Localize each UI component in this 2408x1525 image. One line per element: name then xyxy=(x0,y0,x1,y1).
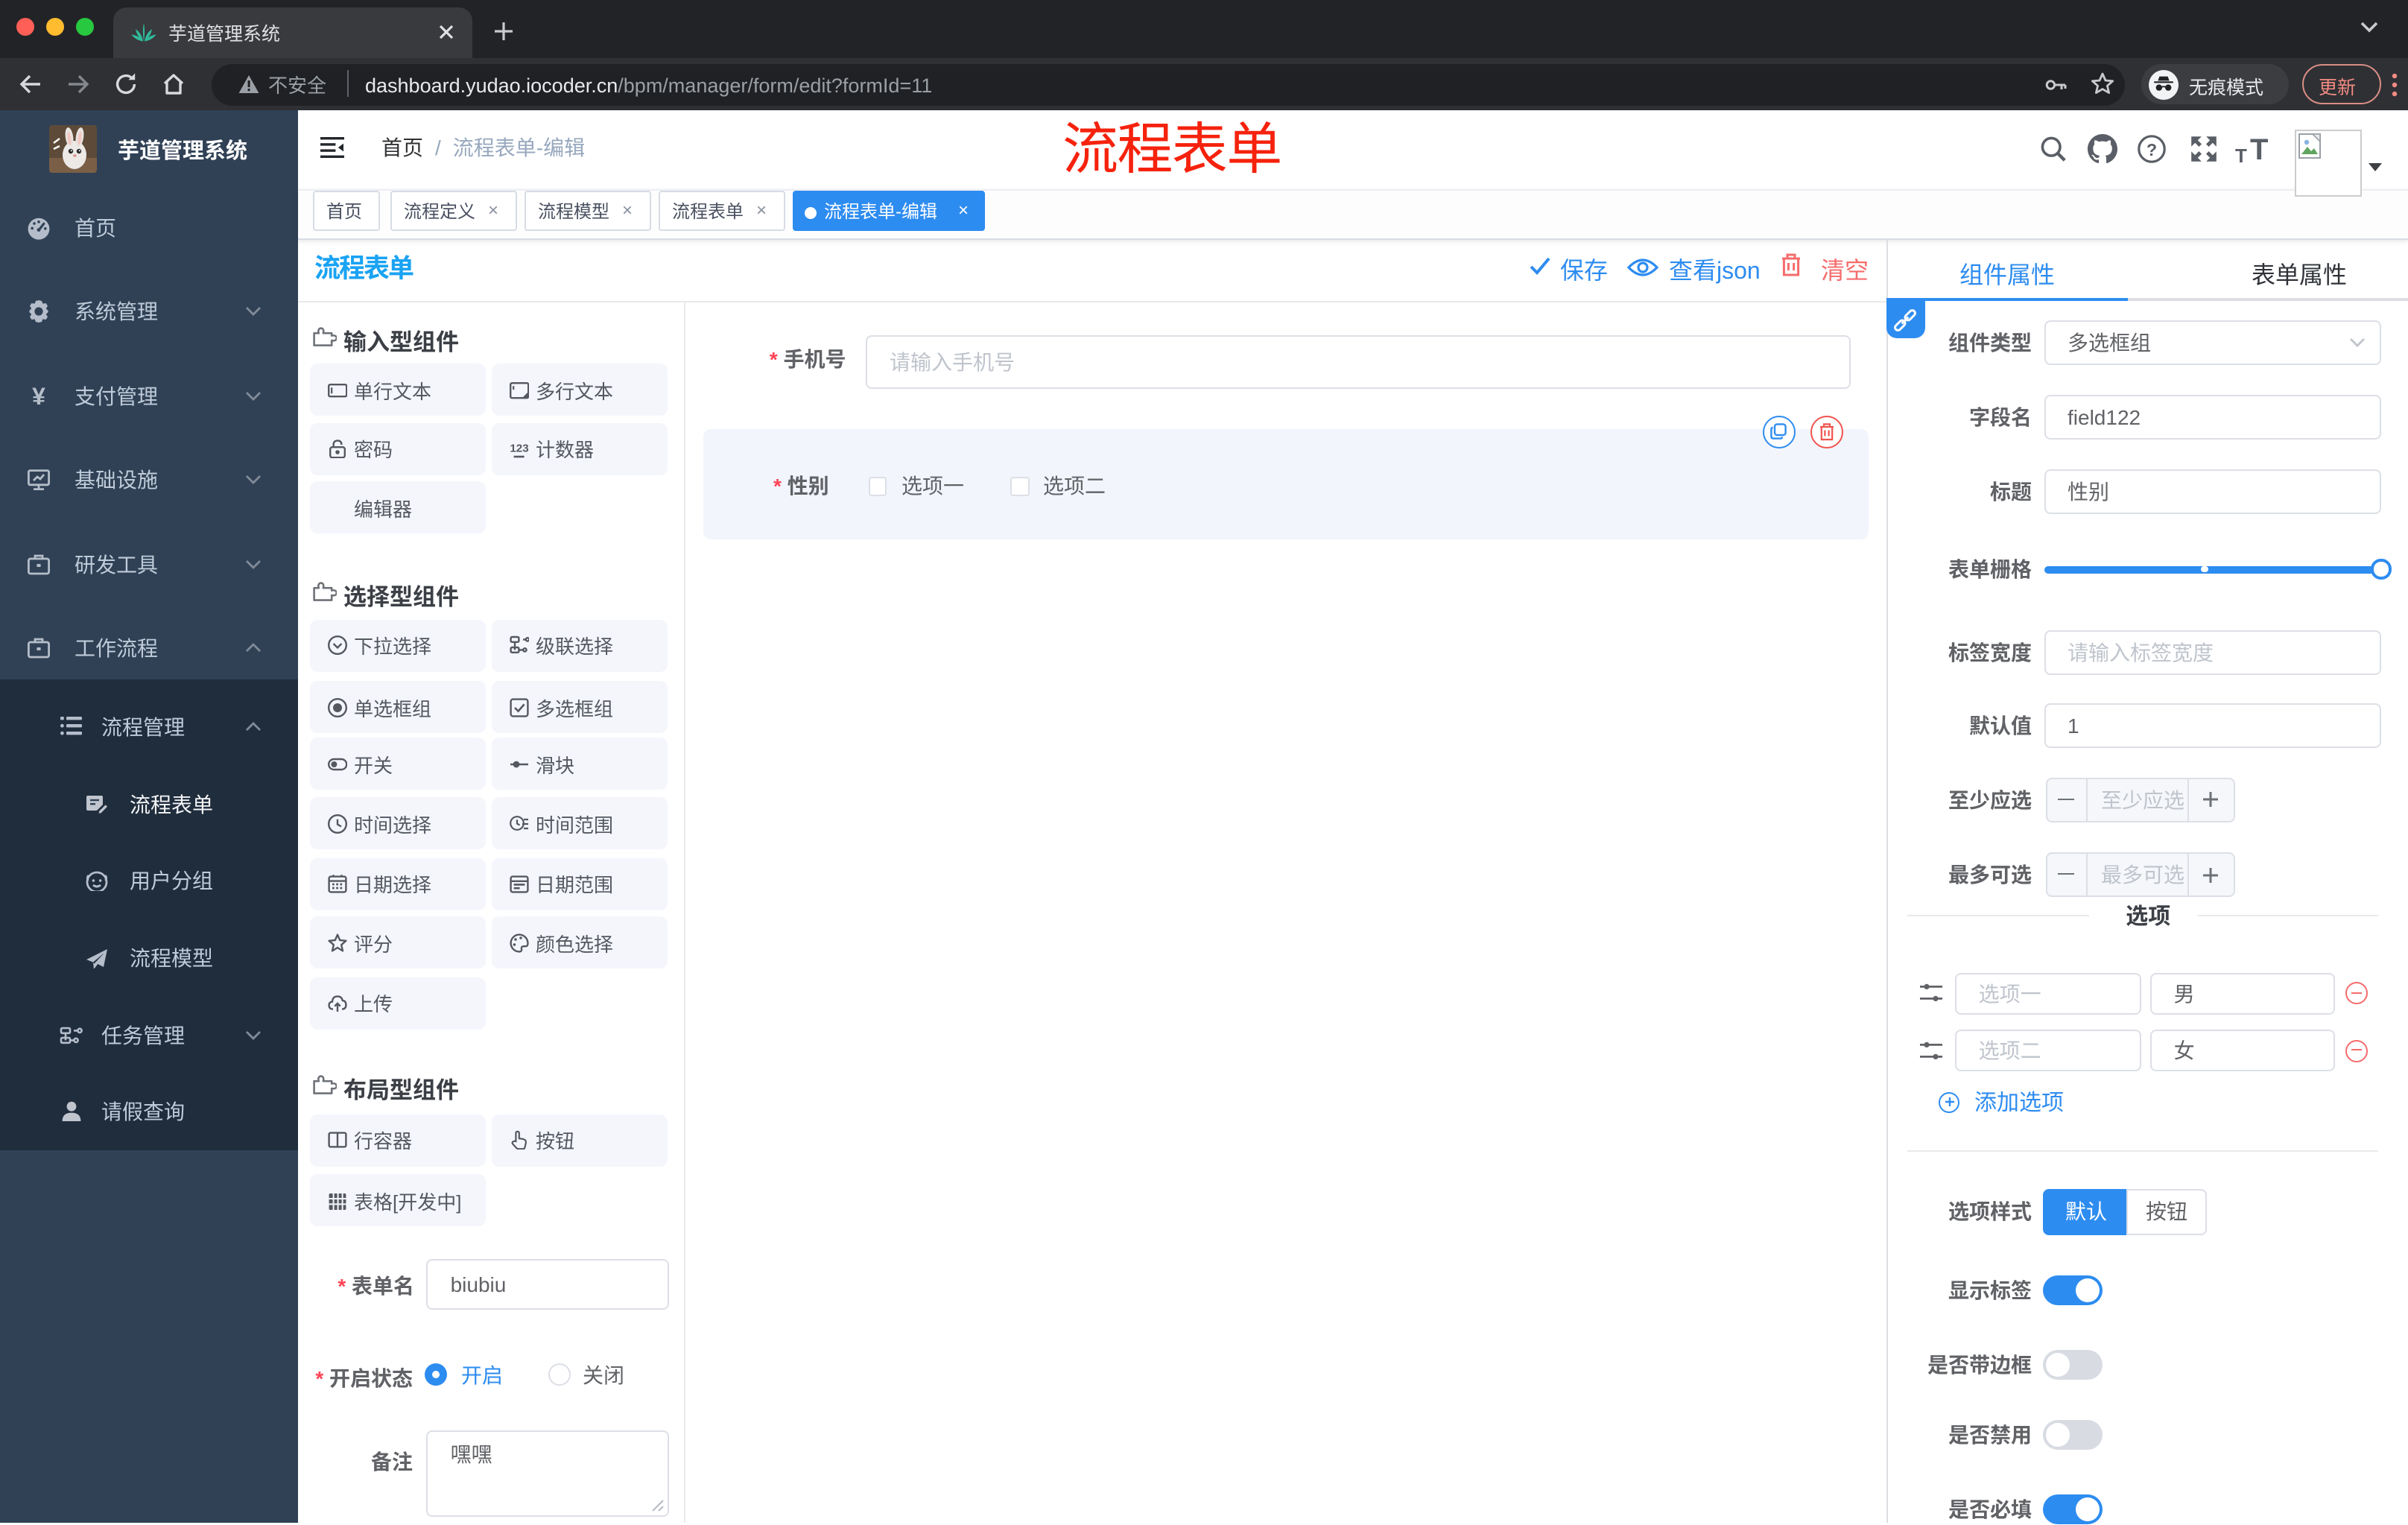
svg-text:123: 123 xyxy=(510,443,528,455)
svg-text:¥: ¥ xyxy=(32,384,45,408)
svg-text:?: ? xyxy=(2146,140,2157,159)
